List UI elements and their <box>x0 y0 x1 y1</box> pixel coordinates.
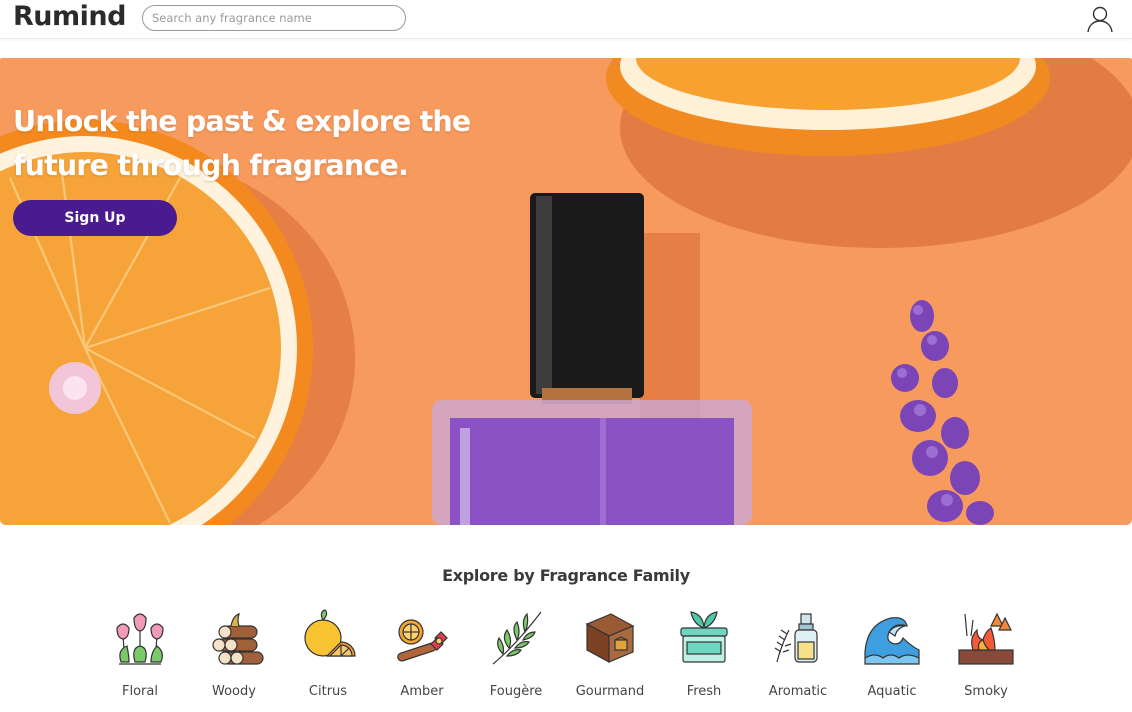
family-label: Gourmand <box>575 684 645 699</box>
family-label: Smoky <box>964 684 1008 699</box>
fern-leaf-icon <box>492 611 542 665</box>
hero-banner: Unlock the past & explore the future thr… <box>0 58 1132 525</box>
search-input[interactable] <box>142 5 406 31</box>
family-fresh[interactable]: Fresh <box>657 606 751 706</box>
top-nav: Rumind <box>0 0 1132 39</box>
sign-up-button[interactable]: Sign Up <box>13 200 177 236</box>
family-label: Fougère <box>489 684 543 699</box>
family-label: Aromatic <box>768 684 828 699</box>
fresh-jar-icon <box>680 611 728 663</box>
family-aquatic[interactable]: Aquatic <box>845 606 939 706</box>
family-gourmand[interactable]: Gourmand <box>563 606 657 706</box>
section-title: Explore by Fragrance Family <box>442 566 690 585</box>
amber-spice-icon <box>397 619 448 662</box>
family-label: Aquatic <box>867 684 917 699</box>
family-label: Fresh <box>686 684 722 699</box>
user-icon[interactable] <box>1085 4 1115 34</box>
family-smoky[interactable]: Smoky <box>939 606 1033 706</box>
fragrance-family-list: Floral Woody Citrus Amber Fougère Gourma… <box>93 606 1083 706</box>
family-fougere[interactable]: Fougère <box>469 606 563 706</box>
family-floral[interactable]: Floral <box>93 606 187 706</box>
aromatic-oil-icon <box>774 613 818 663</box>
family-aromatic[interactable]: Aromatic <box>751 606 845 706</box>
hero-title: Unlock the past & explore the future thr… <box>13 105 471 182</box>
chocolate-icon <box>585 613 635 664</box>
fire-icon <box>958 612 1014 665</box>
family-amber[interactable]: Amber <box>375 606 469 706</box>
family-label: Amber <box>400 684 444 699</box>
wave-icon <box>864 617 920 665</box>
family-label: Woody <box>212 684 256 699</box>
logo[interactable]: Rumind <box>13 1 126 32</box>
family-woody[interactable]: Woody <box>187 606 281 706</box>
citrus-icon <box>304 609 356 657</box>
family-label: Citrus <box>308 684 348 699</box>
tulips-icon <box>116 613 164 665</box>
family-citrus[interactable]: Citrus <box>281 606 375 706</box>
family-label: Floral <box>122 684 158 699</box>
logs-icon <box>212 613 264 665</box>
